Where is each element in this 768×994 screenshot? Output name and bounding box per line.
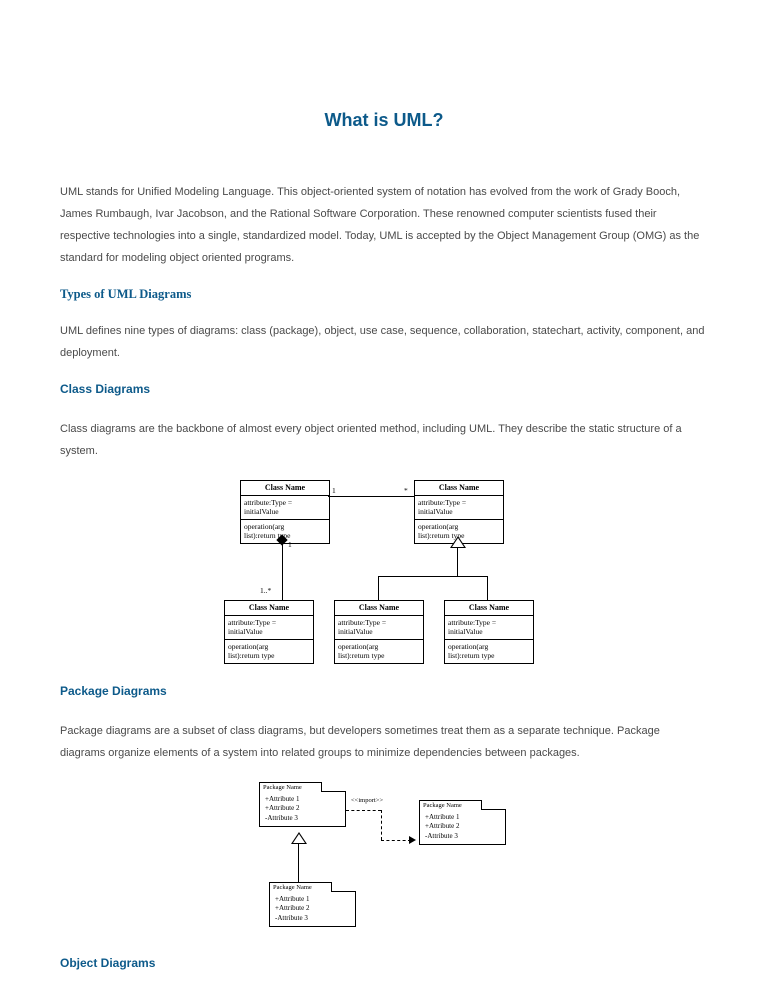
dependency-line (381, 810, 382, 840)
intro-paragraph: UML stands for Unified Modeling Language… (60, 181, 708, 269)
multiplicity-label: 1 (332, 486, 336, 495)
uml-class-attrs: attribute:Type = initialValue (225, 616, 313, 640)
dependency-arrow-icon (409, 836, 416, 844)
uml-class-ops: operation(arg list):return type (445, 640, 533, 663)
uml-package-body: +Attribute 1 +Attribute 2 -Attribute 3 (269, 891, 356, 927)
generalization-triangle-icon (291, 832, 307, 844)
package-diagrams-heading: Package Diagrams (60, 684, 708, 698)
uml-package-name: Package Name (419, 800, 482, 810)
uml-class-name: Class Name (225, 601, 313, 616)
uml-class-name: Class Name (241, 481, 329, 496)
uml-class-ops: operation(arg list):return type (225, 640, 313, 663)
generalization-line (457, 548, 458, 576)
uml-class-name: Class Name (445, 601, 533, 616)
uml-package-box: Package Name +Attribute 1 +Attribute 2 -… (269, 882, 356, 927)
uml-package-name: Package Name (259, 782, 322, 792)
types-heading: Types of UML Diagrams (60, 287, 708, 302)
uml-class-name: Class Name (335, 601, 423, 616)
uml-class-box: Class Name attribute:Type = initialValue… (414, 480, 504, 544)
import-label: <<import>> (351, 797, 383, 804)
document-page: What is UML? UML stands for Unified Mode… (0, 0, 768, 994)
association-line (328, 496, 414, 497)
uml-package-body: +Attribute 1 +Attribute 2 -Attribute 3 (259, 791, 346, 827)
uml-package-box: Package Name +Attribute 1 +Attribute 2 -… (419, 800, 506, 845)
uml-class-attrs: attribute:Type = initialValue (415, 496, 503, 520)
package-diagrams-paragraph: Package diagrams are a subset of class d… (60, 720, 708, 764)
uml-package-box: Package Name +Attribute 1 +Attribute 2 -… (259, 782, 346, 827)
multiplicity-label: * (404, 486, 408, 495)
uml-class-attrs: attribute:Type = initialValue (241, 496, 329, 520)
class-diagram: Class Name attribute:Type = initialValue… (224, 480, 544, 670)
generalization-line (298, 844, 299, 882)
dependency-line (346, 810, 381, 811)
page-title: What is UML? (60, 110, 708, 131)
uml-class-name: Class Name (415, 481, 503, 496)
uml-package-body: +Attribute 1 +Attribute 2 -Attribute 3 (419, 809, 506, 845)
types-paragraph: UML defines nine types of diagrams: clas… (60, 320, 708, 364)
object-diagrams-heading: Object Diagrams (60, 956, 708, 970)
multiplicity-label: 1 (288, 540, 292, 549)
generalization-triangle-icon (450, 536, 466, 548)
uml-class-box: Class Name attribute:Type = initialValue… (240, 480, 330, 544)
class-diagrams-paragraph: Class diagrams are the backbone of almos… (60, 418, 708, 462)
uml-class-ops: operation(arg list):return type (335, 640, 423, 663)
package-diagram: Package Name +Attribute 1 +Attribute 2 -… (249, 782, 519, 942)
generalization-line (487, 576, 488, 600)
uml-package-name: Package Name (269, 882, 332, 892)
uml-class-attrs: attribute:Type = initialValue (335, 616, 423, 640)
uml-class-box: Class Name attribute:Type = initialValue… (224, 600, 314, 664)
generalization-line (378, 576, 488, 577)
package-diagram-figure: Package Name +Attribute 1 +Attribute 2 -… (60, 782, 708, 942)
uml-class-box: Class Name attribute:Type = initialValue… (334, 600, 424, 664)
generalization-line (378, 576, 379, 600)
uml-class-attrs: attribute:Type = initialValue (445, 616, 533, 640)
multiplicity-label: 1..* (260, 586, 271, 595)
composition-line (282, 544, 283, 600)
uml-class-box: Class Name attribute:Type = initialValue… (444, 600, 534, 664)
dependency-line (381, 840, 411, 841)
class-diagram-figure: Class Name attribute:Type = initialValue… (60, 480, 708, 670)
class-diagrams-heading: Class Diagrams (60, 382, 708, 396)
